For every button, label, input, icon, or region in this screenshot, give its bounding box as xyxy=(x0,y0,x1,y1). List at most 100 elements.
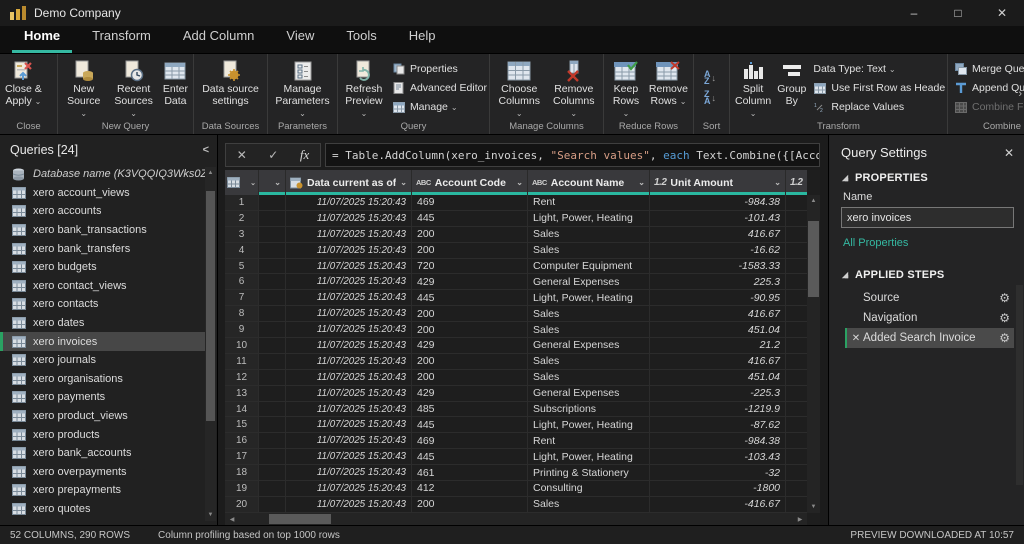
quantity-cell[interactable] xyxy=(786,465,807,480)
account-name-cell[interactable]: General Expenses xyxy=(528,386,650,401)
unit-amount-cell[interactable]: 416.67 xyxy=(650,306,786,321)
select-all-corner[interactable]: ⌄ xyxy=(225,170,259,195)
query-list-item[interactable]: xero invoices xyxy=(0,332,205,351)
use-first-row-as-headers-button[interactable]: Use First Row as Headers ⌄ xyxy=(813,79,945,98)
blank-cell[interactable] xyxy=(259,211,286,226)
query-list-item[interactable]: xero organisations xyxy=(0,370,205,389)
maximize-button[interactable]: □ xyxy=(936,0,980,26)
split-column-button[interactable]: Split Column ⌄ xyxy=(732,56,774,120)
row-number-cell[interactable]: 17 xyxy=(225,449,259,464)
account-name-cell[interactable]: Sales xyxy=(528,370,650,385)
account-name-cell[interactable]: Sales xyxy=(528,243,650,258)
account-name-cell[interactable]: General Expenses xyxy=(528,338,650,353)
account-name-cell[interactable]: Sales xyxy=(528,227,650,242)
scroll-left-icon[interactable]: ◀ xyxy=(225,516,239,523)
query-list-item[interactable]: xero contact_views xyxy=(0,277,205,296)
account-code-cell[interactable]: 461 xyxy=(412,465,528,480)
ribbon-overflow-chevron[interactable]: › xyxy=(1018,88,1022,100)
query-list-item[interactable]: Database name (K3VQQIQ3Wks0Z0c2cVV... xyxy=(0,165,205,184)
replace-values-button[interactable]: 12 Replace Values xyxy=(813,98,945,117)
query-list-item[interactable]: xero dates xyxy=(0,314,205,333)
quantity-cell[interactable] xyxy=(786,402,807,417)
query-list-item[interactable]: xero products xyxy=(0,425,205,444)
query-list-item[interactable]: xero contacts xyxy=(0,295,205,314)
date-cell[interactable]: 11/07/2025 15:20:43 xyxy=(286,417,412,432)
row-number-cell[interactable]: 5 xyxy=(225,259,259,274)
combine-files-button[interactable]: Combine Files xyxy=(954,98,1024,117)
grid-horizontal-scrollbar[interactable]: ◀ ▶ xyxy=(225,513,807,525)
scroll-down-icon[interactable]: ▼ xyxy=(205,509,216,521)
merge-queries-button[interactable]: Merge Queries xyxy=(954,60,1024,79)
account-name-cell[interactable]: Computer Equipment xyxy=(528,259,650,274)
column-filter-icon[interactable]: ⌄ xyxy=(400,178,407,187)
column-header-blank[interactable]: ⌄ xyxy=(259,170,286,195)
blank-cell[interactable] xyxy=(259,259,286,274)
unit-amount-cell[interactable]: -103.43 xyxy=(650,449,786,464)
blank-cell[interactable] xyxy=(259,243,286,258)
date-cell[interactable]: 11/07/2025 15:20:43 xyxy=(286,433,412,448)
manage-parameters-button[interactable]: Manage Parameters ⌄ xyxy=(270,56,335,120)
date-cell[interactable]: 11/07/2025 15:20:43 xyxy=(286,195,412,210)
unit-amount-cell[interactable]: -225.3 xyxy=(650,386,786,401)
row-number-cell[interactable]: 20 xyxy=(225,497,259,512)
all-properties-link[interactable]: All Properties xyxy=(843,237,908,249)
query-list-item[interactable]: xero overpayments xyxy=(0,463,205,482)
row-number-cell[interactable]: 11 xyxy=(225,354,259,369)
sort-ascending-button[interactable]: A Z ↓ xyxy=(704,71,716,85)
quantity-cell[interactable] xyxy=(786,259,807,274)
applied-step[interactable]: ✕ Navigation ⚙ xyxy=(845,308,1014,328)
account-name-cell[interactable]: Consulting xyxy=(528,481,650,496)
formula-input[interactable]: = Table.AddColumn(xero_invoices, "Search… xyxy=(325,143,820,167)
unit-amount-cell[interactable]: -984.38 xyxy=(650,195,786,210)
manage-button[interactable]: Manage ⌄ xyxy=(392,98,487,117)
account-code-cell[interactable]: 200 xyxy=(412,306,528,321)
quantity-cell[interactable] xyxy=(786,195,807,210)
choose-columns-button[interactable]: Choose Columns ⌄ xyxy=(492,56,547,120)
quantity-cell[interactable] xyxy=(786,322,807,337)
quantity-cell[interactable] xyxy=(786,274,807,289)
account-name-cell[interactable]: Light, Power, Heating xyxy=(528,290,650,305)
data-type-button[interactable]: Data Type: Text ⌄ xyxy=(813,60,945,79)
blank-cell[interactable] xyxy=(259,338,286,353)
column-filter-icon[interactable]: ⌄ xyxy=(516,178,523,187)
account-name-cell[interactable]: Light, Power, Heating xyxy=(528,417,650,432)
account-code-cell[interactable]: 200 xyxy=(412,227,528,242)
settings-scrollbar[interactable] xyxy=(1016,285,1023,485)
account-code-cell[interactable]: 200 xyxy=(412,370,528,385)
row-number-cell[interactable]: 19 xyxy=(225,481,259,496)
unit-amount-cell[interactable]: -101.43 xyxy=(650,211,786,226)
blank-cell[interactable] xyxy=(259,433,286,448)
column-header-unit-amount[interactable]: 1.2 Unit Amount ⌄ xyxy=(650,170,786,195)
advanced-editor-button[interactable]: Advanced Editor xyxy=(392,79,487,98)
account-code-cell[interactable]: 445 xyxy=(412,417,528,432)
blank-cell[interactable] xyxy=(259,354,286,369)
quantity-cell[interactable] xyxy=(786,354,807,369)
query-list-item[interactable]: xero quotes xyxy=(0,500,205,519)
ribbon-tab[interactable]: Add Column xyxy=(171,23,267,53)
row-number-cell[interactable]: 9 xyxy=(225,322,259,337)
account-code-cell[interactable]: 720 xyxy=(412,259,528,274)
query-list-item[interactable]: xero bank_accounts xyxy=(0,444,205,463)
unit-amount-cell[interactable]: -87.62 xyxy=(650,417,786,432)
grid-vscroll-thumb[interactable] xyxy=(808,221,819,297)
account-code-cell[interactable]: 200 xyxy=(412,354,528,369)
row-number-cell[interactable]: 15 xyxy=(225,417,259,432)
account-name-cell[interactable]: Sales xyxy=(528,322,650,337)
unit-amount-cell[interactable]: -90.95 xyxy=(650,290,786,305)
ribbon-tab[interactable]: Tools xyxy=(334,23,388,53)
query-list-item[interactable]: xero product_views xyxy=(0,407,205,426)
unit-amount-cell[interactable]: 416.67 xyxy=(650,354,786,369)
account-code-cell[interactable]: 469 xyxy=(412,433,528,448)
query-list-item[interactable]: xero account_views xyxy=(0,184,205,203)
blank-cell[interactable] xyxy=(259,402,286,417)
quantity-cell[interactable] xyxy=(786,370,807,385)
blank-cell[interactable] xyxy=(259,370,286,385)
column-header-account-code[interactable]: ABC Account Code ⌄ xyxy=(412,170,528,195)
grid-hscroll-thumb[interactable] xyxy=(269,514,331,524)
date-cell[interactable]: 11/07/2025 15:20:43 xyxy=(286,338,412,353)
account-name-cell[interactable]: Rent xyxy=(528,195,650,210)
applied-step[interactable]: ✕ Source ⚙ xyxy=(845,288,1014,308)
fx-icon[interactable]: fx xyxy=(300,147,309,163)
unit-amount-cell[interactable]: -1583.33 xyxy=(650,259,786,274)
date-cell[interactable]: 11/07/2025 15:20:43 xyxy=(286,386,412,401)
